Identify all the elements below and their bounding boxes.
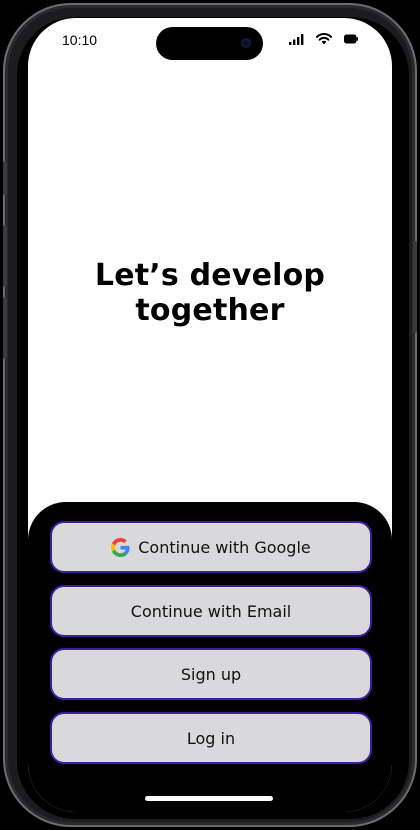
status-time: 10:10 [62, 32, 98, 48]
screen: 10:10 Let’s develop together Continue wi… [28, 18, 392, 812]
status-bar: 10:10 [28, 18, 392, 64]
battery-icon [344, 34, 358, 44]
volume-up-button-hardware [3, 225, 7, 287]
sign-up-label: Sign up [180, 664, 242, 684]
continue-with-google-button[interactable]: Continue with Google [50, 521, 372, 573]
dynamic-island [156, 27, 263, 60]
wifi-icon [316, 33, 332, 45]
page-title: Let’s develop together [94, 258, 326, 328]
signal-icon [289, 33, 304, 45]
google-icon [111, 537, 130, 557]
continue-with-google-label: Continue with Google [138, 537, 311, 557]
log-in-label: Log in [186, 728, 236, 748]
home-indicator[interactable] [145, 796, 273, 801]
sign-up-button[interactable]: Sign up [50, 648, 372, 700]
log-in-button[interactable]: Log in [50, 712, 372, 764]
camera-icon [241, 38, 251, 48]
continue-with-email-button[interactable]: Continue with Email [50, 585, 372, 637]
action-button-hardware [3, 161, 7, 195]
continue-with-email-label: Continue with Email [130, 601, 292, 621]
volume-down-button-hardware [3, 297, 7, 359]
auth-sheet: Continue with Google Continue with Email… [28, 502, 392, 812]
power-button-hardware [413, 241, 417, 333]
status-icons [289, 33, 358, 45]
